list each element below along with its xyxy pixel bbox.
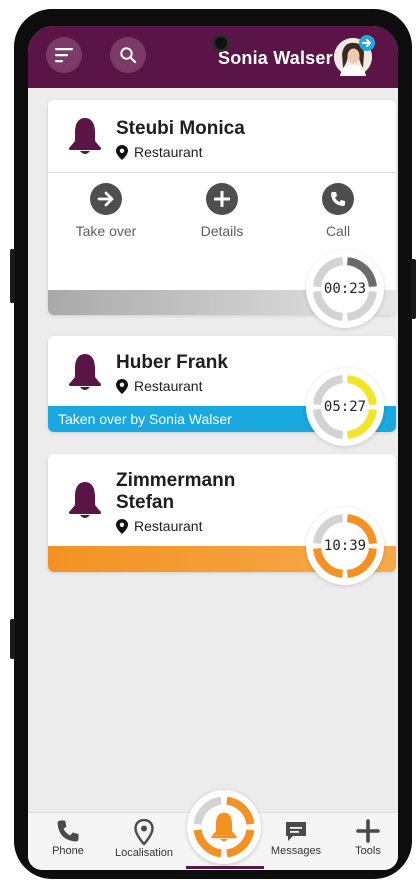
- alarm-location: Restaurant: [116, 144, 202, 160]
- nav-item-messages[interactable]: Messages: [261, 819, 331, 857]
- name-line-2: Stefan: [116, 492, 175, 513]
- user-name[interactable]: Sonia Walser: [218, 48, 333, 69]
- name-line-1: Zimmermann: [116, 470, 236, 491]
- search-button[interactable]: [110, 37, 146, 73]
- bell-icon: [69, 482, 101, 518]
- app-screen: Sonia Walser Steubi Monica Restaurant Ta…: [28, 26, 398, 870]
- arrow-right-icon: [90, 183, 122, 215]
- nav-item-tools[interactable]: Tools: [333, 819, 398, 857]
- alarm-actions: Take over Details Call: [48, 172, 396, 250]
- location-pin-icon: [116, 378, 128, 394]
- volume-button: [10, 249, 15, 303]
- details-label: Details: [200, 223, 244, 239]
- power-button: [411, 259, 416, 319]
- location-label: Restaurant: [134, 518, 203, 534]
- call-label: Call: [325, 223, 351, 239]
- status-text: Taken over by Sonia Walser: [58, 411, 232, 427]
- alarm-location: Restaurant: [116, 378, 202, 394]
- side-button: [10, 619, 15, 659]
- plus-icon: [356, 819, 380, 843]
- nav-item-phone[interactable]: Phone: [33, 819, 103, 857]
- menu-button[interactable]: [46, 37, 82, 73]
- nav-label: Tools: [355, 845, 381, 857]
- nav-item-localisation[interactable]: Localisation: [109, 819, 179, 859]
- bell-icon: [69, 118, 101, 154]
- front-camera: [212, 34, 230, 52]
- take-over-button[interactable]: Take over: [56, 183, 156, 239]
- nav-label: Phone: [52, 845, 84, 857]
- top-bar: Sonia Walser: [28, 26, 398, 88]
- take-over-label: Take over: [75, 223, 137, 239]
- bell-icon: [211, 812, 237, 842]
- phone-icon: [57, 820, 79, 842]
- location-pin-icon: [134, 819, 154, 845]
- message-icon: [286, 822, 306, 841]
- alarm-location: Restaurant: [116, 518, 202, 534]
- alarm-timer: 05:27: [306, 368, 384, 446]
- call-button[interactable]: Call: [288, 183, 388, 239]
- nav-label: Messages: [270, 845, 322, 857]
- timer-value: 05:27: [323, 399, 367, 415]
- phone-icon: [322, 183, 354, 215]
- alarm-person-name: Huber Frank: [116, 352, 228, 373]
- menu-icon: [55, 48, 73, 63]
- location-label: Restaurant: [134, 378, 203, 394]
- location-label: Restaurant: [134, 144, 203, 160]
- location-pin-icon: [116, 518, 128, 534]
- alarm-timer: 10:39: [306, 507, 384, 585]
- details-button[interactable]: Details: [172, 183, 272, 239]
- timer-value: 10:39: [323, 538, 367, 554]
- search-icon: [120, 47, 137, 64]
- nav-label: Localisation: [114, 847, 174, 859]
- avatar[interactable]: [334, 35, 375, 76]
- timer-value: 00:23: [323, 281, 367, 297]
- plus-icon: [206, 183, 238, 215]
- alarms-center-button[interactable]: [187, 790, 261, 864]
- location-pin-icon: [116, 144, 128, 160]
- bell-icon: [69, 354, 101, 390]
- switch-user-icon: [359, 35, 375, 51]
- alarm-timer: 00:23: [306, 250, 384, 328]
- alarm-person-name: Steubi Monica: [116, 118, 245, 139]
- active-tab-indicator: [186, 866, 264, 869]
- alarm-person-name: Zimmermann Stefan: [116, 470, 235, 514]
